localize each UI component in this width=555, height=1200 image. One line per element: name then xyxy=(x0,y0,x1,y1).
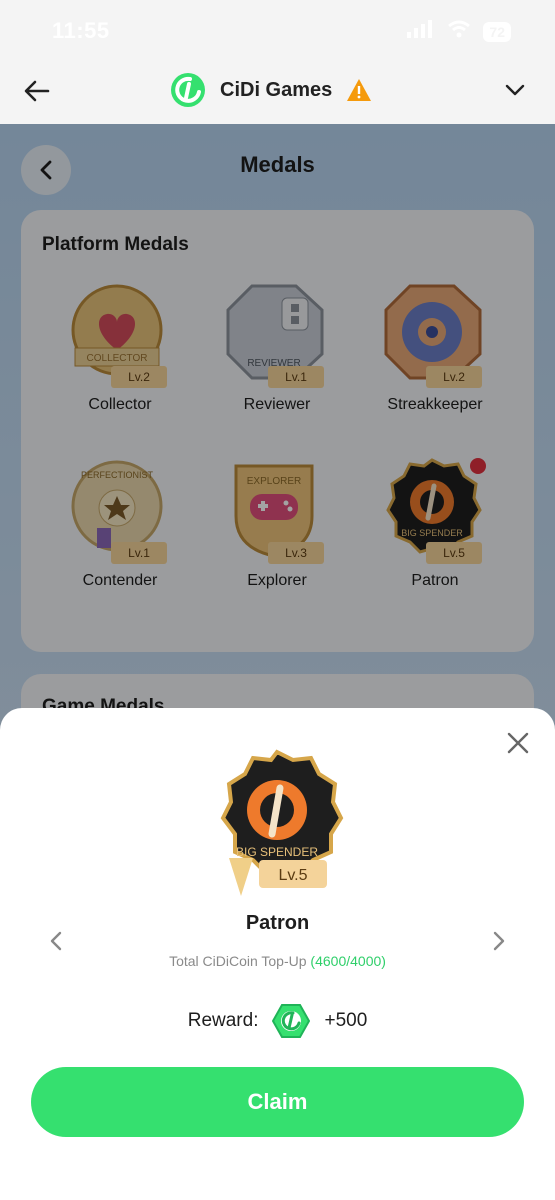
medal-detail-sheet: BIG SPENDER Lv.5 Patron Total CiDiCoin T… xyxy=(0,708,555,1200)
reward-value: +500 xyxy=(324,1010,368,1031)
signal-icon xyxy=(407,20,435,43)
requirement-text: Total CiDiCoin Top-Up xyxy=(169,953,307,969)
close-icon[interactable] xyxy=(505,730,531,756)
reward-row: Reward: +500 xyxy=(0,1002,555,1040)
app-title-group: CiDi Games xyxy=(170,72,372,108)
cidicoin-icon xyxy=(272,1004,311,1038)
status-bar: 11:55 72 xyxy=(0,0,555,62)
wifi-icon xyxy=(447,20,471,43)
claim-button[interactable]: Claim xyxy=(31,1067,524,1137)
status-icons: 72 xyxy=(407,20,511,43)
requirement-progress: (4600/4000) xyxy=(310,953,386,969)
warning-icon xyxy=(347,79,372,101)
claim-label: Claim xyxy=(247,1089,308,1114)
medal-ribbon-text: BIG SPENDER xyxy=(236,845,318,859)
status-time: 11:55 xyxy=(52,18,110,43)
chevron-down-icon[interactable] xyxy=(503,78,527,102)
medal-level: Lv.5 xyxy=(278,867,307,884)
back-arrow-icon[interactable] xyxy=(22,76,52,106)
reward-label: Reward: xyxy=(187,1010,259,1031)
patron-medal-large-icon: BIG SPENDER Lv.5 xyxy=(220,749,344,896)
app-title: CiDi Games xyxy=(220,78,333,101)
medal-title: Patron xyxy=(245,912,310,934)
medal-requirement: Total CiDiCoin Top-Up (4600/4000) xyxy=(0,953,555,969)
app-header: CiDi Games xyxy=(0,62,555,124)
battery-icon: 72 xyxy=(483,21,511,42)
cidi-logo-icon xyxy=(171,73,205,107)
